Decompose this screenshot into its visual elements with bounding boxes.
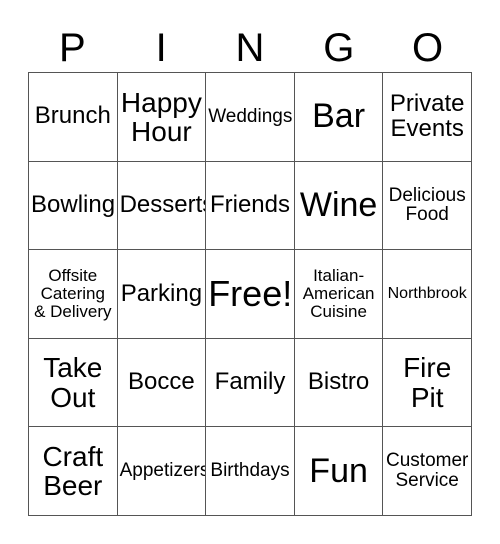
bingo-header: P I N G O [28,18,472,70]
bingo-cell-label: Fun [309,451,368,490]
bingo-cell[interactable]: Fun [294,427,384,516]
bingo-grid: Brunch Happy Hour Weddings Bar Private Event… [28,72,472,516]
bingo-cell[interactable]: Delicious Food [383,161,472,251]
bingo-cell[interactable]: Offsite Catering & Delivery [29,250,118,339]
bingo-cell[interactable]: Birthdays [206,427,295,516]
bingo-cell[interactable]: Friends [206,161,295,251]
bingo-cell-label: Fire Pit [403,352,452,413]
bingo-card: P I N G O Brunch Happy Hour Weddings Bar Pri… [0,0,500,544]
bingo-cell[interactable]: Parking [117,250,207,339]
bingo-cell-label: Free! [208,273,293,315]
bingo-cell-label: Desserts [119,190,207,218]
bingo-cell-label: Take Out [43,352,103,413]
bingo-cell-label: Private Events [389,89,465,142]
header-letter-p: P [59,26,86,70]
bingo-cell-label: Bocce [128,368,195,396]
bingo-cell[interactable]: Bocce [117,338,207,428]
bingo-cell-label: Happy Hour [120,86,202,147]
bingo-cell[interactable]: Weddings [206,73,295,162]
bingo-cell-label: Brunch [34,102,111,130]
bingo-cell[interactable]: Appetizers [117,427,207,516]
header-letter-o: O [412,26,444,70]
bingo-cell[interactable]: Bistro [294,338,384,428]
bingo-cell[interactable]: Customer Service [383,427,472,516]
bingo-cell-label: Northbrook [387,284,467,302]
bingo-cell[interactable]: Italian- American Cuisine [294,250,384,339]
bingo-cell-label: Customer Service [386,450,469,492]
bingo-cell[interactable]: Fire Pit [383,338,472,428]
bingo-cell[interactable]: Take Out [29,338,118,428]
bingo-cell[interactable]: Family [206,338,295,428]
bingo-cell-label: Bistro [307,368,370,396]
bingo-cell-label: Family [214,368,286,396]
bingo-cell[interactable]: Northbrook [383,250,472,339]
header-letter-g: G [323,26,355,70]
bingo-cell[interactable]: Free! [206,250,295,339]
bingo-cell[interactable]: Happy Hour [117,73,207,162]
bingo-cell[interactable]: Desserts [117,161,207,251]
bingo-cell-label: Delicious Food [388,184,466,226]
bingo-cell-label: Bar [312,97,366,136]
bingo-cell-label: Weddings [208,105,293,127]
bingo-cell-label: Parking [120,279,203,307]
bingo-cell-label: Wine [299,185,378,224]
bingo-cell-label: Italian- American Cuisine [302,266,375,321]
bingo-cell[interactable]: Craft Beer [29,427,118,516]
bingo-cell-label: Bowling [31,190,116,218]
bingo-cell[interactable]: Bowling [29,161,118,251]
header-letter-n: N [235,26,265,70]
header-letter-i: I [155,26,167,70]
bingo-cell[interactable]: Private Events [383,73,472,162]
bingo-cell-label: Craft Beer [42,441,104,502]
bingo-cell-label: Offsite Catering & Delivery [34,266,112,321]
bingo-cell-label: Friends [209,190,290,218]
bingo-cell[interactable]: Bar [294,73,384,162]
bingo-cell[interactable]: Wine [294,161,384,251]
bingo-cell-label: Birthdays [210,460,290,482]
bingo-cell[interactable]: Brunch [29,73,118,162]
bingo-cell-label: Appetizers [119,460,207,482]
